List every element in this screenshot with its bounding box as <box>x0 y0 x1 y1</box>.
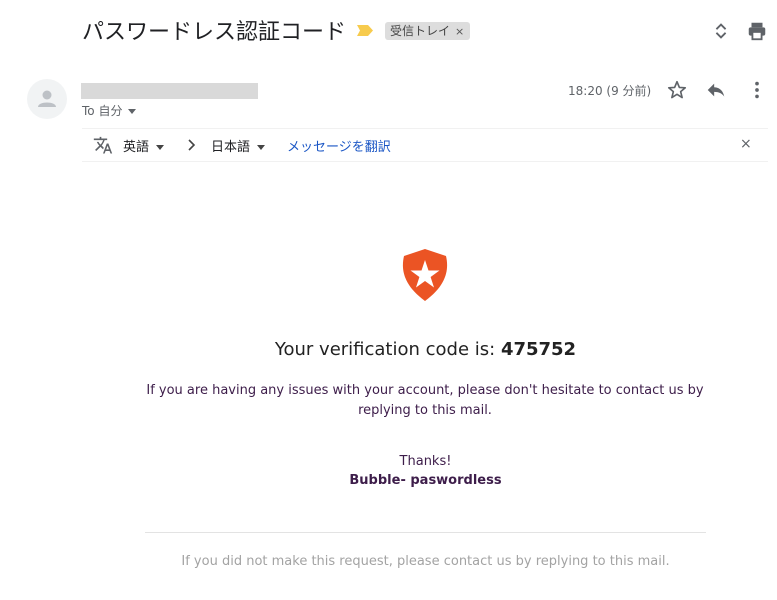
remove-label-button[interactable]: × <box>455 25 464 38</box>
verification-code: 475752 <box>500 339 577 360</box>
footer-text: If you did not make this request, please… <box>181 554 670 569</box>
chevron-right-icon <box>188 139 196 151</box>
close-translate-bar-button[interactable]: × <box>740 136 752 152</box>
chevron-down-icon <box>156 145 165 150</box>
more-vert-icon[interactable] <box>746 79 768 101</box>
avatar[interactable] <box>27 79 67 119</box>
recipient-text: To 自分 <box>82 104 123 118</box>
verification-code-prefix: Your verification code is: <box>274 339 501 360</box>
recipient-details[interactable]: To 自分 <box>82 102 137 119</box>
signature-text: Bubble- paswordless <box>349 473 502 488</box>
translate-bar-divider-bottom <box>82 161 768 162</box>
star-icon[interactable] <box>666 79 688 101</box>
target-language-label: 日本語 <box>211 140 251 155</box>
expand-collapse-icon[interactable] <box>710 20 732 42</box>
email-timestamp: 18:20 (9 分前) <box>568 84 652 98</box>
inbox-label-text: 受信トレイ <box>390 24 451 38</box>
print-icon[interactable] <box>746 20 768 42</box>
inbox-label-chip[interactable]: 受信トレイ × <box>385 22 471 40</box>
translate-message-link[interactable]: メッセージを翻訳 <box>287 136 391 155</box>
chevron-down-icon <box>257 145 266 150</box>
reply-icon[interactable] <box>705 79 727 101</box>
translate-bar-divider-top <box>82 128 768 129</box>
source-language-select[interactable]: 英語 <box>123 136 165 155</box>
footer-divider <box>145 532 706 533</box>
thanks-text: Thanks! <box>399 454 452 469</box>
source-language-label: 英語 <box>123 140 150 155</box>
auth0-shield-logo <box>402 249 448 301</box>
chevron-down-icon[interactable] <box>128 109 137 114</box>
target-language-select[interactable]: 日本語 <box>211 136 266 155</box>
translate-icon <box>93 136 113 154</box>
importance-marker-icon[interactable] <box>357 25 373 36</box>
sender-name-redacted <box>81 83 258 99</box>
support-message: If you are having any issues with your a… <box>146 383 704 418</box>
person-icon <box>38 90 56 107</box>
email-subject: パスワードレス認証コード <box>82 20 347 45</box>
verification-code-line: Your verification code is: 475752 <box>0 339 777 360</box>
